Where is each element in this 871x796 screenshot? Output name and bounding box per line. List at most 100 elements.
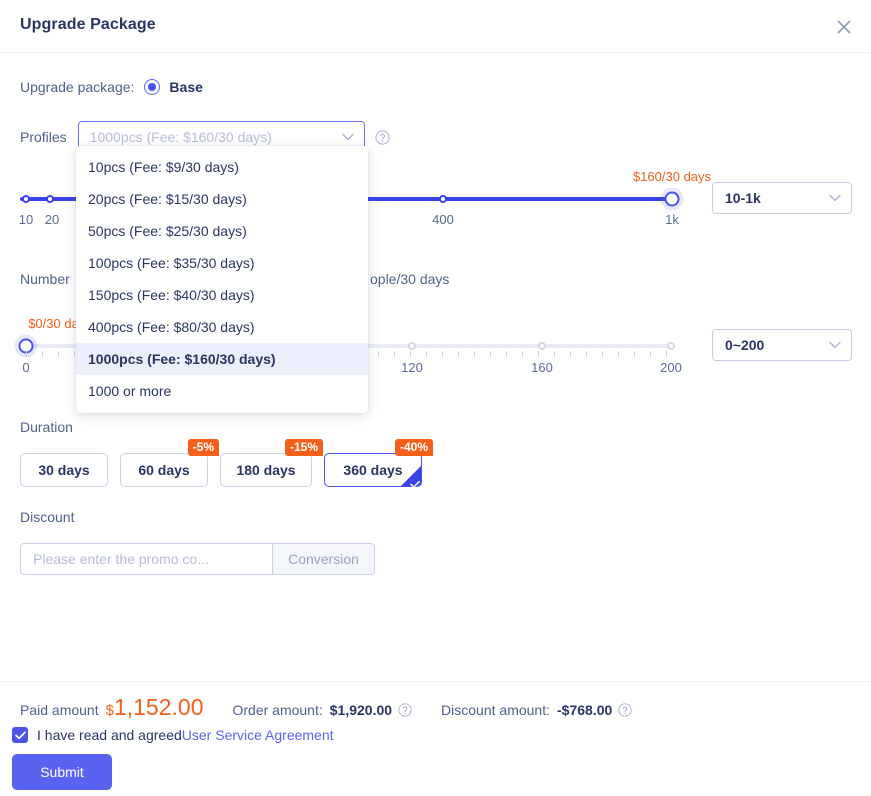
chevron-down-icon <box>829 194 841 202</box>
profiles-help-icon[interactable] <box>375 129 390 145</box>
user-service-agreement-link[interactable]: User Service Agreement <box>182 727 334 743</box>
slider-mark-dot <box>46 195 54 203</box>
paid-amount-currency: $ <box>105 702 114 719</box>
order-amount-label: Order amount: <box>232 702 323 718</box>
slider-tick <box>490 351 491 357</box>
question-circle-glyph <box>375 129 390 145</box>
slider-tick <box>42 351 43 357</box>
slider-tick <box>394 351 395 357</box>
slider-tick <box>378 351 379 357</box>
dropdown-option[interactable]: 100pcs (Fee: $35/30 days) <box>76 247 368 279</box>
dialog-header: Upgrade Package <box>0 0 871 53</box>
dialog-footer: Paid amount $ 1,152.00 Order amount: $1,… <box>0 681 871 796</box>
slider-mark-label: 1k <box>665 212 679 227</box>
promo-code-input[interactable] <box>21 544 272 574</box>
chevron-glyph <box>342 133 354 141</box>
slider-mark-label: 0 <box>22 360 30 375</box>
slider-tick <box>426 351 427 357</box>
discount-amount-help-icon[interactable] <box>618 703 632 717</box>
dropdown-option[interactable]: 20pcs (Fee: $15/30 days) <box>76 183 368 215</box>
check-icon <box>14 730 26 739</box>
dropdown-option[interactable]: 1000pcs (Fee: $160/30 days) <box>76 343 368 375</box>
slider-mark-label: 120 <box>401 360 423 375</box>
slider-thumb[interactable] <box>664 191 680 207</box>
radio-dot <box>148 83 157 91</box>
slider-mark-label: 160 <box>531 360 553 375</box>
slider-tick <box>666 351 667 357</box>
radio-base[interactable] <box>144 79 161 95</box>
duration-option-label: 180 days <box>236 462 296 478</box>
slider-tick <box>58 351 59 357</box>
duration-option-label: 30 days <box>38 462 90 478</box>
radio-base-label: Base <box>169 79 203 95</box>
profiles-label: Profiles <box>20 129 67 145</box>
paid-amount-label: Paid amount <box>20 702 99 718</box>
duration-option-button[interactable]: 360 days -40% <box>324 439 433 488</box>
slider-tick <box>570 351 571 357</box>
dropdown-option[interactable]: 400pcs (Fee: $80/30 days) <box>76 311 368 343</box>
slider-tick <box>474 351 475 357</box>
slider-tick <box>634 351 635 357</box>
chevron-glyph <box>829 194 841 202</box>
slider-tick <box>586 351 587 357</box>
slider-mark-dot <box>667 342 675 350</box>
slider-tick <box>522 351 523 357</box>
slider-tick <box>74 351 75 357</box>
submit-button[interactable]: Submit <box>12 754 112 790</box>
agreement-row: I have read and agreed User Service Agre… <box>12 727 334 743</box>
dialog-body: Upgrade package: Base Profiles 1000pcs (… <box>0 53 871 680</box>
upgrade-package-label: Upgrade package: <box>20 79 135 95</box>
duration-option-label: 360 days <box>343 462 403 478</box>
duration-discount-badge: -5% <box>187 439 219 456</box>
dropdown-option[interactable]: 150pcs (Fee: $40/30 days) <box>76 279 368 311</box>
slider-tick <box>538 351 539 357</box>
question-circle-glyph <box>398 703 412 717</box>
order-amount-help-icon[interactable] <box>398 703 412 717</box>
slider-tooltip: $160/30 days <box>632 169 712 184</box>
chevron-down-icon <box>829 341 841 349</box>
slider-tick <box>442 351 443 357</box>
duration-label: Duration <box>20 419 73 435</box>
question-circle-glyph <box>618 703 632 717</box>
duration-discount-badge: -15% <box>284 439 323 456</box>
duration-option-button[interactable]: 60 days -5% <box>120 439 219 487</box>
discount-amount-value: -$768.00 <box>557 702 613 718</box>
profiles-dropdown: 10pcs (Fee: $9/30 days) 20pcs (Fee: $15/3… <box>76 146 368 413</box>
slider-tick <box>602 351 603 357</box>
dropdown-option[interactable]: 50pcs (Fee: $25/30 days) <box>76 215 368 247</box>
slider-tick <box>458 351 459 357</box>
amount-summary: Paid amount $ 1,152.00 Order amount: $1,… <box>20 696 632 719</box>
duration-option-button[interactable]: 180 days -15% <box>220 439 323 487</box>
upgrade-package-row: Upgrade package: Base <box>20 79 203 95</box>
slider-tick <box>26 351 27 357</box>
check-icon <box>410 476 420 488</box>
conversion-button[interactable]: Conversion <box>272 544 374 574</box>
order-amount-value: $1,920.00 <box>329 702 393 718</box>
slider-tick <box>506 351 507 357</box>
chevron-glyph <box>829 341 841 349</box>
number-range-value: 0~200 <box>725 337 765 353</box>
slider-tick <box>650 351 651 357</box>
duration-option-label: 60 days <box>138 462 190 478</box>
slider-mark-dot <box>538 342 546 350</box>
slider-tick <box>410 351 411 357</box>
dropdown-option[interactable]: 10pcs (Fee: $9/30 days) <box>76 151 368 183</box>
slider-mark-label: 400 <box>432 212 454 227</box>
slider-mark-label: 200 <box>660 360 682 375</box>
close-icon[interactable] <box>831 14 857 40</box>
number-range-select[interactable]: 0~200 <box>712 329 852 361</box>
dropdown-list: 10pcs (Fee: $9/30 days) 20pcs (Fee: $15/3… <box>76 151 368 407</box>
slider-mark-label: 10 <box>18 212 34 227</box>
profiles-range-select[interactable]: 10-1k <box>712 182 852 214</box>
duration-option-button[interactable]: 30 days <box>20 453 108 487</box>
discount-amount-label: Discount amount: <box>441 702 550 718</box>
upgrade-package-dialog: Upgrade Package Upgrade package: Base Pr… <box>0 0 871 796</box>
slider-mark-dot <box>439 195 447 203</box>
chevron-down-icon <box>342 133 354 141</box>
dropdown-option[interactable]: 1000 or more <box>76 375 368 407</box>
order-amount-group: Order amount: $1,920.00 <box>232 702 412 718</box>
paid-amount-value: 1,152.00 <box>113 694 204 720</box>
slider-mark-dot <box>408 342 416 350</box>
discount-label: Discount <box>20 509 75 525</box>
agreement-checkbox[interactable] <box>12 727 28 743</box>
